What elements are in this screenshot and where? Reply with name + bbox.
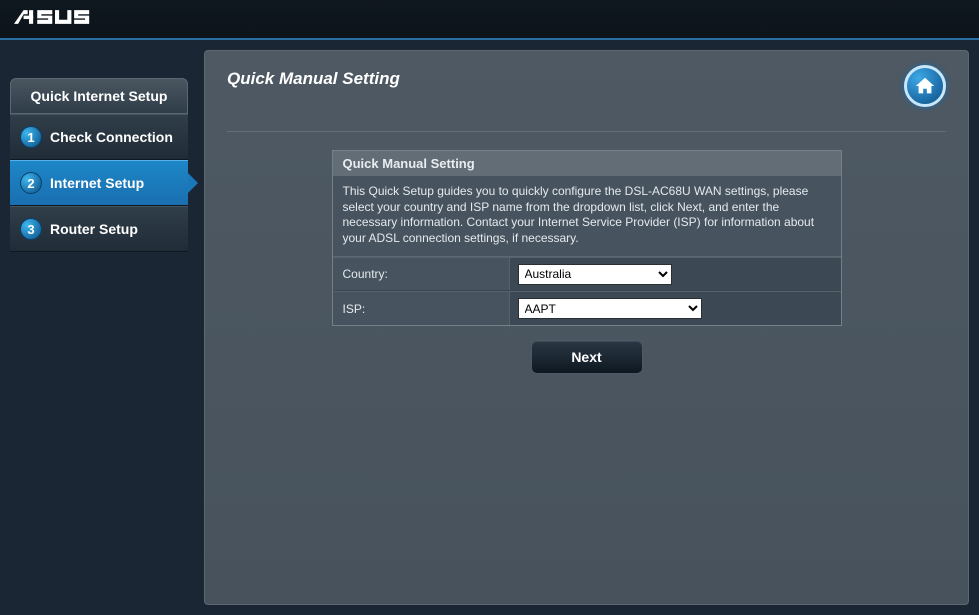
sidebar-title: Quick Internet Setup <box>10 78 188 114</box>
step-router-setup[interactable]: 3 Router Setup <box>10 206 188 252</box>
page-title: Quick Manual Setting <box>227 69 400 89</box>
isp-label: ISP: <box>333 302 509 316</box>
home-icon <box>914 75 936 97</box>
main-panel: Quick Manual Setting Quick Manual Settin… <box>204 50 969 605</box>
step-check-connection[interactable]: 1 Check Connection <box>10 114 188 160</box>
step-label: Router Setup <box>50 221 138 237</box>
country-label: Country: <box>333 267 509 281</box>
step-internet-setup[interactable]: 2 Internet Setup <box>10 160 188 206</box>
step-number-icon: 1 <box>20 126 42 148</box>
button-row: Next <box>227 340 946 374</box>
brand-logo <box>14 5 96 34</box>
step-number-icon: 2 <box>20 172 42 194</box>
isp-cell: AAPT <box>509 292 841 325</box>
settings-panel: Quick Manual Setting This Quick Setup gu… <box>332 150 842 326</box>
panel-description: This Quick Setup guides you to quickly c… <box>333 176 841 257</box>
step-label: Check Connection <box>50 129 173 145</box>
isp-select[interactable]: AAPT <box>518 298 702 319</box>
row-country: Country: Australia <box>333 257 841 291</box>
step-number-icon: 3 <box>20 218 42 240</box>
panel-title: Quick Manual Setting <box>333 151 841 176</box>
home-button[interactable] <box>904 65 946 107</box>
step-label: Internet Setup <box>50 175 144 191</box>
content-header: Quick Manual Setting <box>227 67 946 132</box>
country-select[interactable]: Australia <box>518 264 672 285</box>
country-cell: Australia <box>509 258 841 290</box>
wizard-sidebar: Quick Internet Setup 1 Check Connection … <box>0 40 198 615</box>
row-isp: ISP: AAPT <box>333 291 841 325</box>
app-header <box>0 0 979 40</box>
next-button[interactable]: Next <box>531 340 643 374</box>
